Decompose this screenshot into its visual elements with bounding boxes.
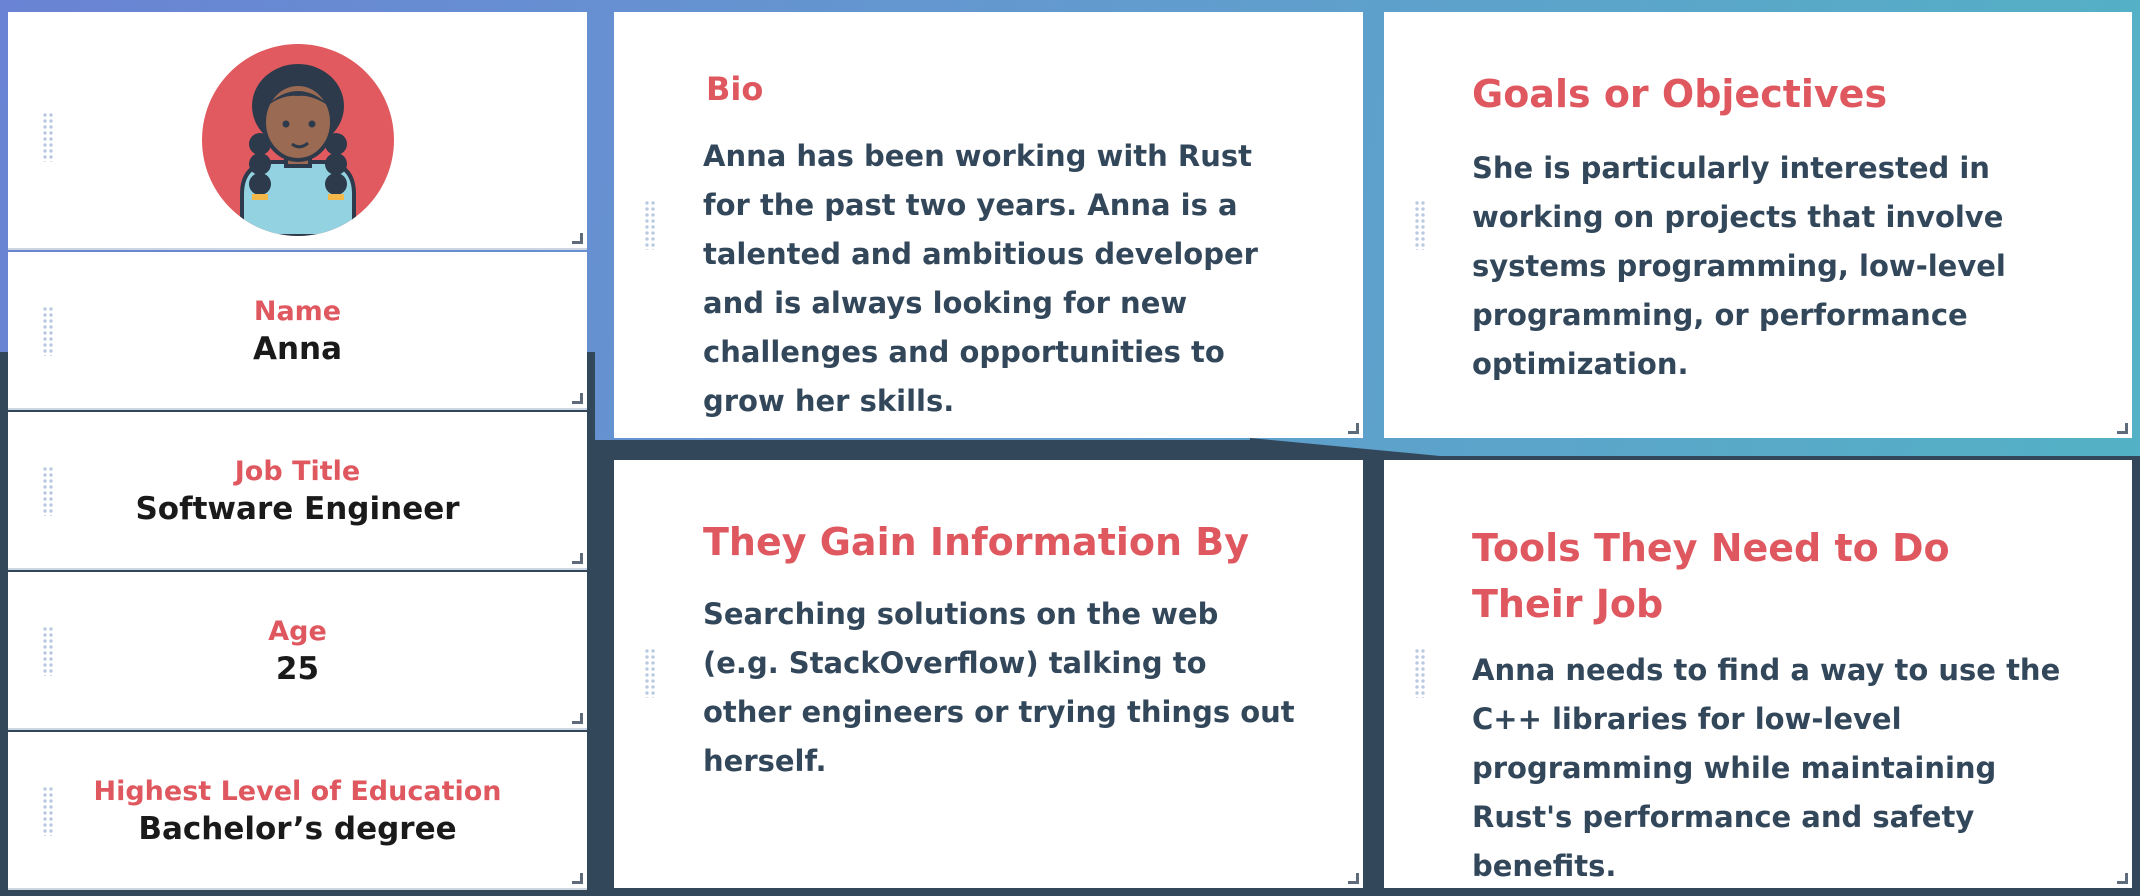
bio-card[interactable]: Bio Anna has been working with Rust for … bbox=[614, 12, 1363, 438]
resize-handle[interactable] bbox=[572, 393, 583, 404]
bio-text: Anna has been working with Rust for the … bbox=[703, 139, 1258, 418]
tools-text: Anna needs to find a way to use the C++ … bbox=[1472, 653, 2061, 883]
information-title: They Gain Information By bbox=[703, 520, 1250, 564]
avatar bbox=[202, 44, 394, 236]
tools-card[interactable]: Tools They Need to Do Their Job Anna nee… bbox=[1384, 460, 2132, 888]
resize-handle[interactable] bbox=[2117, 423, 2128, 434]
job-title-card[interactable]: Job Title Software Engineer bbox=[8, 412, 587, 570]
education-label: Highest Level of Education bbox=[93, 776, 502, 807]
goals-title: Goals or Objectives bbox=[1472, 72, 1888, 116]
tools-title: Tools They Need to Do Their Job bbox=[1472, 526, 1950, 626]
resize-handle[interactable] bbox=[1348, 423, 1359, 434]
age-card[interactable]: Age 25 bbox=[8, 572, 587, 730]
name-value: Anna bbox=[252, 331, 343, 367]
drag-handle[interactable] bbox=[644, 200, 656, 250]
name-label: Name bbox=[253, 296, 342, 327]
education-card[interactable]: Highest Level of Education Bachelor’s de… bbox=[8, 732, 587, 890]
resize-handle[interactable] bbox=[2117, 873, 2128, 884]
age-label: Age bbox=[268, 616, 327, 647]
resize-handle[interactable] bbox=[572, 553, 583, 564]
name-card[interactable]: Name Anna bbox=[8, 252, 587, 410]
resize-handle[interactable] bbox=[572, 713, 583, 724]
age-value: 25 bbox=[275, 651, 320, 687]
drag-handle[interactable] bbox=[1414, 648, 1426, 698]
education-value: Bachelor’s degree bbox=[138, 811, 457, 847]
resize-handle[interactable] bbox=[1348, 873, 1359, 884]
job-title-label: Job Title bbox=[234, 456, 361, 487]
resize-handle[interactable] bbox=[572, 233, 583, 244]
goals-card[interactable]: Goals or Objectives She is particularly … bbox=[1384, 12, 2132, 438]
drag-handle[interactable] bbox=[644, 648, 656, 698]
drag-handle[interactable] bbox=[42, 112, 54, 162]
job-title-value: Software Engineer bbox=[135, 491, 460, 527]
resize-handle[interactable] bbox=[572, 873, 583, 884]
information-card[interactable]: They Gain Information By Searching solut… bbox=[614, 460, 1363, 888]
drag-handle[interactable] bbox=[1414, 200, 1426, 250]
avatar-card[interactable] bbox=[8, 12, 587, 250]
person-illustration-icon bbox=[240, 64, 356, 236]
information-text: Searching solutions on the web (e.g. Sta… bbox=[703, 597, 1295, 778]
goals-text: She is particularly interested in workin… bbox=[1472, 151, 2006, 381]
bio-title: Bio bbox=[706, 70, 764, 108]
